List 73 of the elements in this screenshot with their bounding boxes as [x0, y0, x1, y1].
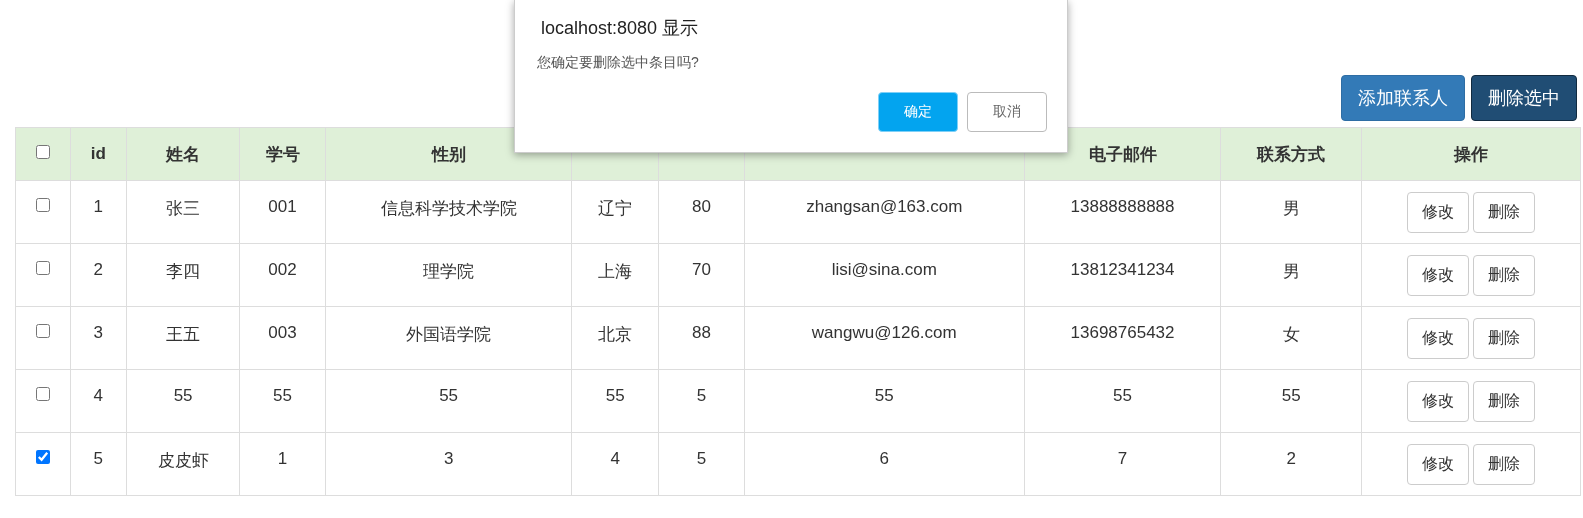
- table-cell: 皮皮虾: [157, 451, 209, 470]
- table-cell: 2: [93, 260, 103, 279]
- table-cell: 女: [1282, 325, 1300, 344]
- table-cell: 张三: [166, 199, 201, 218]
- table-cell: 理学院: [423, 262, 475, 281]
- column-header: 学号: [265, 144, 300, 164]
- table-cell: 4: [610, 449, 620, 468]
- action-button[interactable]: 修改: [1406, 254, 1469, 296]
- dialog-title: localhost:8080 显示: [541, 17, 700, 40]
- toolbar-button[interactable]: 删除选中: [1471, 75, 1577, 121]
- action-button[interactable]: 修改: [1406, 191, 1469, 233]
- table-cell: 3: [443, 449, 454, 468]
- table-cell: 88: [692, 323, 711, 342]
- table-cell: 55: [874, 386, 894, 405]
- table-cell: 5: [93, 449, 103, 468]
- table-cell: 辽宁: [598, 199, 633, 218]
- table-cell: 002: [268, 260, 297, 279]
- table-cell: 5: [696, 386, 707, 405]
- dialog-button[interactable]: 取消: [967, 92, 1047, 132]
- column-header: 姓名: [166, 144, 201, 164]
- action-button[interactable]: 修改: [1406, 443, 1469, 485]
- table-cell: 13888888888: [1070, 197, 1175, 216]
- action-button[interactable]: 修改: [1406, 317, 1469, 359]
- column-header: 联系方式: [1257, 144, 1326, 164]
- table-cell: 男: [1282, 262, 1300, 281]
- row-checkbox[interactable]: [35, 261, 50, 275]
- action-button[interactable]: 删除: [1472, 317, 1535, 359]
- table-cell: 王五: [166, 325, 201, 344]
- table-cell: 80: [692, 197, 711, 216]
- table-cell: 2: [1286, 449, 1296, 468]
- column-header: 电子邮件: [1088, 144, 1157, 164]
- table-cell: 外国语学院: [406, 325, 492, 344]
- table-cell: 55: [439, 386, 459, 405]
- table-cell: 70: [692, 260, 711, 279]
- action-button[interactable]: 修改: [1406, 380, 1469, 422]
- table-cell: 001: [268, 197, 297, 216]
- table-cell: 55: [1281, 386, 1301, 405]
- select-all-checkbox[interactable]: [35, 145, 50, 159]
- table-cell: wangwu@126.com: [811, 323, 957, 342]
- toolbar-button[interactable]: 添加联系人: [1341, 75, 1465, 121]
- table-cell: 55: [273, 386, 292, 405]
- table-cell: 003: [268, 323, 297, 342]
- table-cell: 13812341234: [1070, 260, 1175, 279]
- table-cell: 5: [696, 449, 707, 468]
- row-checkbox[interactable]: [35, 387, 50, 401]
- dialog-message: 您确定要删除选中条目吗?: [537, 54, 700, 72]
- column-header: 操作: [1453, 144, 1488, 164]
- action-button[interactable]: 删除: [1472, 191, 1535, 233]
- column-header: 性别: [431, 144, 466, 164]
- row-checkbox[interactable]: [35, 198, 50, 212]
- table-cell: lisi@sina.com: [831, 260, 937, 279]
- table-cell: 4: [93, 386, 103, 405]
- table-cell: 李四: [166, 262, 201, 281]
- column-header: id: [90, 144, 106, 163]
- table-cell: 上海: [598, 262, 633, 281]
- row-checkbox[interactable]: [35, 324, 50, 338]
- table-cell: 1: [93, 197, 103, 216]
- table-cell: 55: [1113, 386, 1132, 405]
- table-cell: 信息科学技术学院: [380, 199, 517, 218]
- table-cell: 3: [93, 323, 103, 342]
- table-cell: 6: [879, 449, 889, 468]
- action-button[interactable]: 删除: [1472, 254, 1535, 296]
- table-cell: 男: [1282, 199, 1300, 218]
- table-cell: 北京: [598, 325, 633, 344]
- action-button[interactable]: 删除: [1472, 380, 1535, 422]
- action-button[interactable]: 删除: [1472, 443, 1535, 485]
- table-cell: 7: [1117, 449, 1128, 468]
- table-cell: zhangsan@163.com: [806, 197, 963, 216]
- table-cell: 55: [173, 386, 193, 405]
- table-cell: 13698765432: [1070, 323, 1175, 342]
- table-cell: 1: [277, 449, 288, 468]
- row-checkbox[interactable]: [35, 450, 50, 464]
- table-cell: 55: [605, 386, 625, 405]
